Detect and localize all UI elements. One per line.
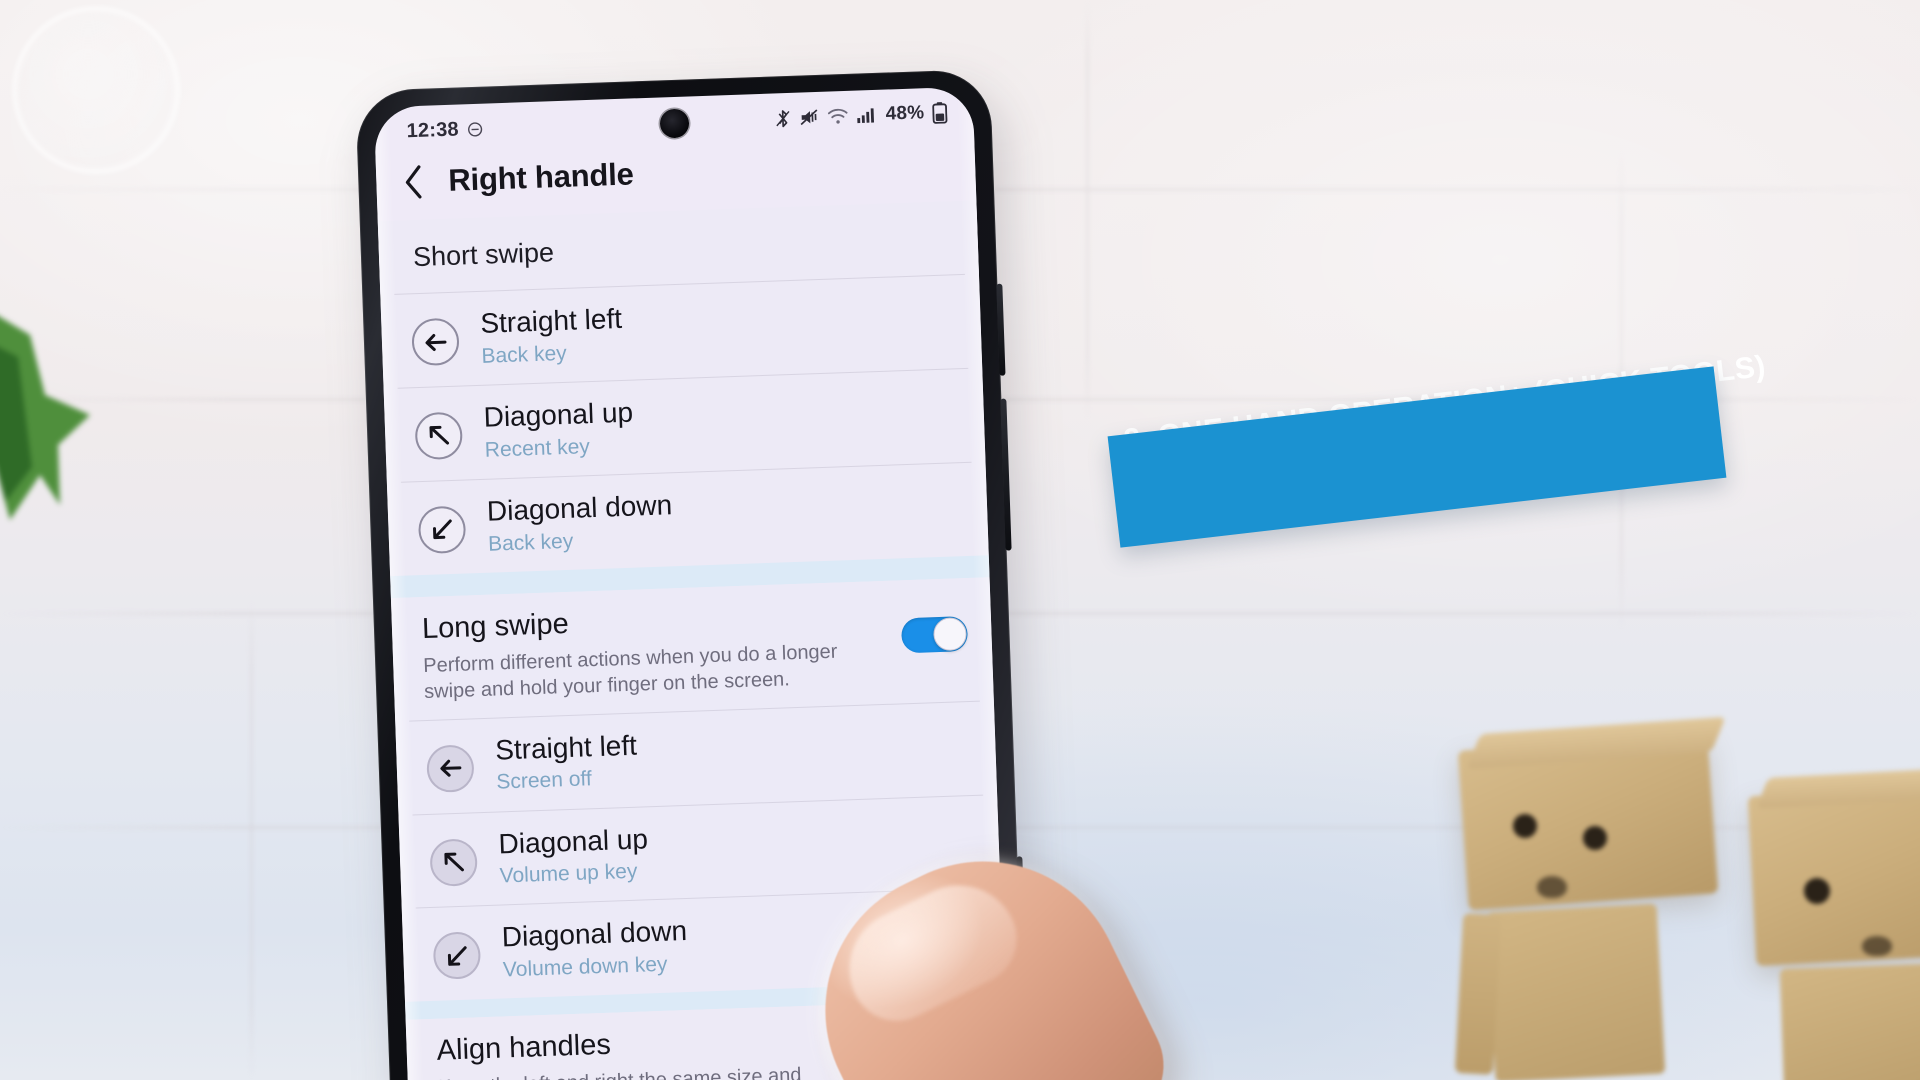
- status-bar-left: 12:38: [406, 117, 484, 143]
- arrow-left-icon: [411, 317, 460, 367]
- back-chevron-icon[interactable]: [402, 162, 427, 203]
- status-time: 12:38: [406, 117, 460, 142]
- cardboard-figure: [1454, 716, 1775, 1080]
- page-title: Right handle: [447, 156, 635, 198]
- channel-watermark-icon: [12, 6, 180, 174]
- mute-vibrate-icon: [800, 109, 818, 126]
- alarm-off-icon: [468, 121, 483, 136]
- battery-icon: [932, 102, 948, 124]
- switch-knob: [932, 616, 968, 652]
- long-swipe-toggle-row[interactable]: Long swipe Perform different actions whe…: [391, 577, 994, 721]
- cardboard-figure-secondary: [1742, 760, 1920, 1080]
- arrow-down-left-icon: [432, 931, 482, 981]
- cellular-signal-icon: [857, 108, 875, 124]
- arrow-up-left-icon: [429, 837, 478, 887]
- title-banner: [1107, 366, 1727, 575]
- plant-decoration: [0, 317, 90, 520]
- section-description-long-swipe: Perform different actions when you do a …: [422, 640, 838, 704]
- front-camera-punch-hole: [659, 108, 690, 139]
- arrow-up-left-icon: [414, 411, 464, 461]
- banner-background: [1107, 366, 1727, 548]
- arrow-down-left-icon: [417, 505, 467, 554]
- section-short-swipe: Short swipe Straight left Back key Diago…: [377, 200, 989, 576]
- arrow-left-icon: [426, 743, 475, 793]
- bluetooth-icon: [776, 109, 790, 127]
- wifi-icon: [828, 108, 848, 124]
- long-swipe-switch[interactable]: [900, 615, 969, 654]
- battery-percent: 48%: [885, 102, 925, 125]
- status-bar-right: 48%: [774, 101, 948, 129]
